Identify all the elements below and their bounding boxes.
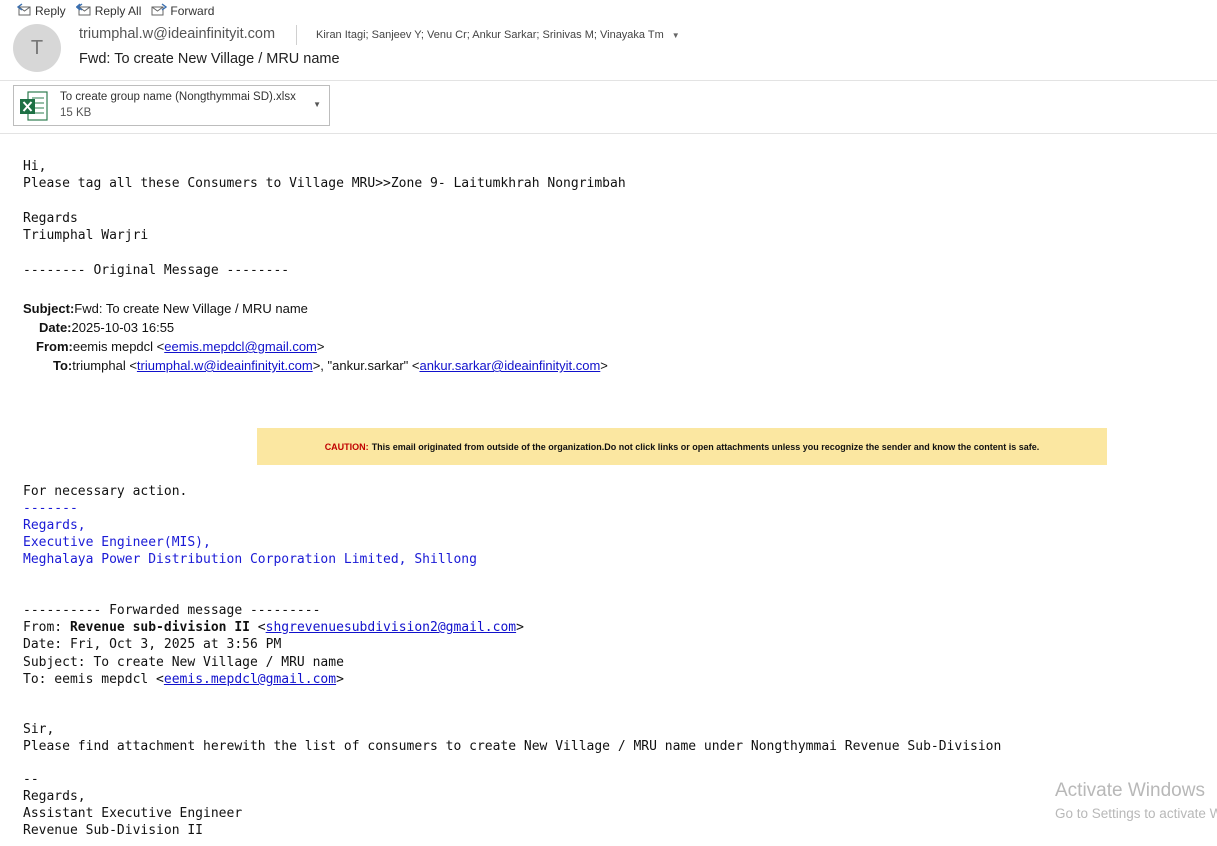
reply-label: Reply bbox=[35, 4, 66, 18]
attachment-name: To create group name (Nongthymmai SD).xl… bbox=[60, 91, 296, 103]
caution-label: CAUTION: bbox=[324, 441, 369, 452]
fwd2-sir: Sir, bbox=[23, 722, 55, 737]
activate-windows-title: Activate Windows bbox=[1055, 780, 1205, 801]
fwd2-regards: Regards, bbox=[23, 789, 86, 804]
recipients-list[interactable]: Kiran Itagi; Sanjeev Y; Venu Cr; Ankur S… bbox=[316, 29, 680, 41]
attachment-card[interactable]: To create group name (Nongthymmai SD).xl… bbox=[13, 85, 330, 126]
orig-to-row: To:triumphal <triumphal.w@ideainfinityit… bbox=[53, 358, 608, 373]
orig-subject-value: Fwd: To create New Village / MRU name bbox=[74, 301, 308, 316]
orig-to-label: To: bbox=[53, 358, 73, 373]
activate-windows-subtitle: Go to Settings to activate Windows. bbox=[1055, 806, 1217, 821]
fwd2-line: Please find attachment herewith the list… bbox=[23, 739, 1002, 754]
recipients-text: Kiran Itagi; Sanjeev Y; Venu Cr; Ankur S… bbox=[316, 29, 664, 41]
greeting: Hi, bbox=[23, 159, 47, 174]
fwd2-from-row: From: Revenue sub-division II <shgrevenu… bbox=[23, 620, 524, 635]
fwd2-to-close: > bbox=[336, 672, 344, 687]
forward-button[interactable]: Forward bbox=[151, 2, 215, 20]
sender-avatar[interactable]: T bbox=[13, 24, 61, 72]
fwd2-subject: Subject: To create New Village / MRU nam… bbox=[23, 655, 344, 670]
reply-all-icon bbox=[75, 2, 95, 20]
fwd-action-line: For necessary action. bbox=[23, 484, 188, 499]
fwd-dashes: ------- bbox=[23, 501, 78, 516]
orig-from-name: eemis mepdcl < bbox=[72, 339, 165, 354]
fwd2-sig-dashes: -- bbox=[23, 772, 39, 787]
caution-banner: CAUTION: This email originated from outs… bbox=[257, 428, 1107, 465]
original-message-separator: -------- Original Message -------- bbox=[23, 263, 290, 278]
fwd2-to-label: To: eemis mepdcl < bbox=[23, 672, 164, 687]
orig-to-mid: >, "ankur.sarkar" < bbox=[312, 358, 420, 373]
body-line-1: Please tag all these Consumers to Villag… bbox=[23, 176, 626, 191]
caution-text: This email originated from outside of th… bbox=[371, 441, 1040, 452]
fwd2-to-email-link[interactable]: eemis.mepdcl@gmail.com bbox=[164, 672, 336, 687]
attachment-dropdown-icon[interactable]: ▼ bbox=[313, 100, 321, 109]
fwd2-from-name: Revenue sub-division II bbox=[69, 620, 250, 635]
orig-to-name: triumphal < bbox=[72, 358, 137, 373]
orig-date-row: Date:2025-10-03 16:55 bbox=[39, 320, 174, 335]
fwd2-sig-2: Revenue Sub-Division II bbox=[23, 823, 204, 838]
fwd2-date: Date: Fri, Oct 3, 2025 at 3:56 PM bbox=[23, 637, 282, 652]
fwd2-from-close: > bbox=[516, 620, 524, 635]
body-separator bbox=[0, 133, 1217, 134]
message-toolbar: Reply Reply All Forward bbox=[16, 2, 224, 20]
reply-icon bbox=[16, 2, 35, 20]
body-regards: Regards bbox=[23, 211, 78, 226]
body-signature: Triumphal Warjri bbox=[23, 228, 149, 243]
header-separator bbox=[0, 80, 1217, 81]
orig-to-close: > bbox=[600, 358, 608, 373]
fwd2-to-row: To: eemis mepdcl <eemis.mepdcl@gmail.com… bbox=[23, 672, 344, 687]
orig-subject-label: Subject: bbox=[23, 301, 75, 316]
fwd2-from-label: From: bbox=[23, 620, 70, 635]
fwd-regards: Regards, bbox=[23, 518, 86, 533]
reply-all-label: Reply All bbox=[94, 4, 142, 18]
orig-from-row: From:eemis mepdcl <eemis.mepdcl@gmail.co… bbox=[36, 339, 324, 354]
excel-icon bbox=[19, 90, 49, 127]
orig-to-email-link-2[interactable]: ankur.sarkar@ideainfinityit.com bbox=[419, 358, 600, 373]
orig-from-email-link[interactable]: eemis.mepdcl@gmail.com bbox=[164, 339, 317, 354]
fwd-org: Meghalaya Power Distribution Corporation… bbox=[23, 552, 477, 567]
message-subject: Fwd: To create New Village / MRU name bbox=[79, 51, 340, 67]
orig-from-label: From: bbox=[36, 339, 73, 354]
fwd2-from-email-link[interactable]: shgrevenuesubdivision2@gmail.com bbox=[266, 620, 516, 635]
avatar-initial: T bbox=[30, 36, 44, 59]
forward-icon bbox=[151, 2, 170, 20]
chevron-down-icon[interactable]: ▼ bbox=[672, 31, 680, 40]
forwarded-separator: ---------- Forwarded message --------- bbox=[23, 603, 321, 618]
reply-all-button[interactable]: Reply All bbox=[75, 2, 142, 20]
sender-address[interactable]: triumphal.w@ideainfinityit.com bbox=[79, 26, 275, 42]
fwd2-from-open: < bbox=[249, 620, 266, 635]
reply-button[interactable]: Reply bbox=[16, 2, 66, 20]
orig-date-label: Date: bbox=[39, 320, 72, 335]
orig-from-close: > bbox=[316, 339, 325, 354]
orig-subject-row: Subject:Fwd: To create New Village / MRU… bbox=[23, 301, 308, 316]
attachment-size: 15 KB bbox=[60, 107, 92, 119]
orig-to-email-link-1[interactable]: triumphal.w@ideainfinityit.com bbox=[137, 358, 313, 373]
forward-label: Forward bbox=[170, 4, 215, 18]
fwd2-sig-1: Assistant Executive Engineer bbox=[23, 806, 243, 821]
orig-date-value: 2025-10-03 16:55 bbox=[71, 320, 175, 335]
fwd-title: Executive Engineer(MIS), bbox=[23, 535, 211, 550]
header-divider bbox=[296, 25, 297, 45]
